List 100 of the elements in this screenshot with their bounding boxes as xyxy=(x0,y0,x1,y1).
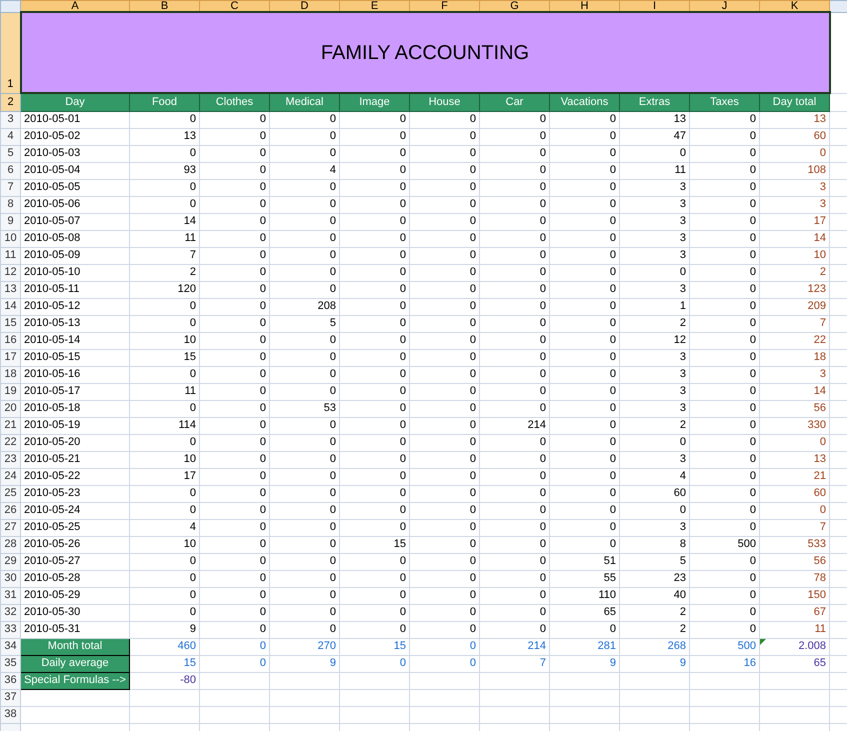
row-header[interactable]: 26 xyxy=(0,502,20,519)
row-header[interactable]: 25 xyxy=(0,485,20,502)
table-cell: 0 xyxy=(480,162,550,179)
row-header[interactable]: 23 xyxy=(0,451,20,468)
table-cell: 0 xyxy=(200,451,270,468)
row-header[interactable]: 27 xyxy=(0,519,20,536)
row-header[interactable]: 7 xyxy=(0,179,20,196)
table-cell: 0 xyxy=(270,417,340,434)
table-cell: 0 xyxy=(690,179,760,196)
row-header[interactable]: 20 xyxy=(0,400,20,417)
row-header[interactable]: 21 xyxy=(0,417,20,434)
row-header[interactable]: 1 xyxy=(0,12,20,93)
table-cell: 0 xyxy=(270,621,340,638)
column-heading: Day total xyxy=(760,93,830,111)
table-cell: 0 xyxy=(270,536,340,553)
row-header[interactable]: 33 xyxy=(0,621,20,638)
column-header[interactable]: J xyxy=(690,0,760,12)
table-cell: 3 xyxy=(620,281,690,298)
row-header[interactable]: 18 xyxy=(0,366,20,383)
table-cell: 0 xyxy=(130,196,200,213)
table-cell: 123 xyxy=(760,281,830,298)
row-header[interactable]: 2 xyxy=(0,93,20,111)
row-header[interactable]: 4 xyxy=(0,128,20,145)
table-cell: 0 xyxy=(200,417,270,434)
row-header[interactable]: 8 xyxy=(0,196,20,213)
table-cell: 0 xyxy=(410,604,480,621)
row-header[interactable]: 38 xyxy=(0,706,20,723)
table-cell: 8 xyxy=(620,536,690,553)
table-cell: 0 xyxy=(340,230,410,247)
row-header[interactable]: 14 xyxy=(0,298,20,315)
table-cell: 0 xyxy=(130,145,200,162)
table-cell: 0 xyxy=(480,383,550,400)
table-cell: 500 xyxy=(690,638,760,655)
date-cell: 2010-05-01 xyxy=(20,111,130,128)
column-header[interactable]: C xyxy=(200,0,270,12)
table-cell: 0 xyxy=(130,179,200,196)
table-cell: 0 xyxy=(690,519,760,536)
table-cell: 0 xyxy=(480,485,550,502)
column-header[interactable]: A xyxy=(20,0,130,12)
row-header[interactable]: 31 xyxy=(0,587,20,604)
date-cell: 2010-05-04 xyxy=(20,162,130,179)
table-cell: 0 xyxy=(690,196,760,213)
row-header[interactable]: 9 xyxy=(0,213,20,230)
table-cell: 0 xyxy=(550,434,620,451)
table-cell: 270 xyxy=(270,638,340,655)
table-cell: 0 xyxy=(550,179,620,196)
column-header[interactable]: I xyxy=(620,0,690,12)
row-header[interactable]: 28 xyxy=(0,536,20,553)
table-cell: 0 xyxy=(200,553,270,570)
table-cell: 0 xyxy=(550,621,620,638)
date-cell: 2010-05-17 xyxy=(20,383,130,400)
date-cell: 2010-05-08 xyxy=(20,230,130,247)
table-cell: 500 xyxy=(690,536,760,553)
table-cell: 0 xyxy=(130,366,200,383)
column-header[interactable]: E xyxy=(340,0,410,12)
table-cell: 17 xyxy=(130,468,200,485)
column-header[interactable]: H xyxy=(550,0,620,12)
row-header[interactable]: 35 xyxy=(0,655,20,672)
column-header[interactable]: K xyxy=(760,0,830,12)
row-header[interactable]: 15 xyxy=(0,315,20,332)
row-header[interactable]: 13 xyxy=(0,281,20,298)
column-heading: Vacations xyxy=(550,93,620,111)
row-header[interactable]: 34 xyxy=(0,638,20,655)
table-cell: 14 xyxy=(760,383,830,400)
row-header[interactable]: 3 xyxy=(0,111,20,128)
row-header[interactable]: 17 xyxy=(0,349,20,366)
table-cell: 0 xyxy=(410,485,480,502)
row-header[interactable]: 10 xyxy=(0,230,20,247)
row-header[interactable]: 11 xyxy=(0,247,20,264)
column-header[interactable]: D xyxy=(270,0,340,12)
table-cell: 0 xyxy=(270,111,340,128)
table-cell: 11 xyxy=(130,383,200,400)
table-cell: 0 xyxy=(410,502,480,519)
table-cell: 0 xyxy=(340,400,410,417)
table-cell: 0 xyxy=(690,468,760,485)
table-cell: 0 xyxy=(270,570,340,587)
row-header[interactable]: 37 xyxy=(0,689,20,706)
date-cell: 2010-05-03 xyxy=(20,145,130,162)
table-cell: 0 xyxy=(340,553,410,570)
row-header[interactable]: 24 xyxy=(0,468,20,485)
table-cell: 0 xyxy=(480,400,550,417)
column-header[interactable]: G xyxy=(480,0,550,12)
column-header[interactable]: B xyxy=(130,0,200,12)
table-cell: 0 xyxy=(480,332,550,349)
row-header[interactable]: 30 xyxy=(0,570,20,587)
table-cell: 53 xyxy=(270,400,340,417)
table-cell: 0 xyxy=(340,349,410,366)
date-cell: 2010-05-14 xyxy=(20,332,130,349)
row-header[interactable]: 36 xyxy=(0,672,20,689)
row-header[interactable]: 29 xyxy=(0,553,20,570)
table-cell: 0 xyxy=(270,485,340,502)
column-header[interactable]: F xyxy=(410,0,480,12)
table-cell: 2 xyxy=(620,621,690,638)
row-header[interactable]: 6 xyxy=(0,162,20,179)
row-header[interactable]: 32 xyxy=(0,604,20,621)
row-header[interactable]: 16 xyxy=(0,332,20,349)
row-header[interactable]: 22 xyxy=(0,434,20,451)
row-header[interactable]: 5 xyxy=(0,145,20,162)
row-header[interactable]: 19 xyxy=(0,383,20,400)
row-header[interactable]: 12 xyxy=(0,264,20,281)
